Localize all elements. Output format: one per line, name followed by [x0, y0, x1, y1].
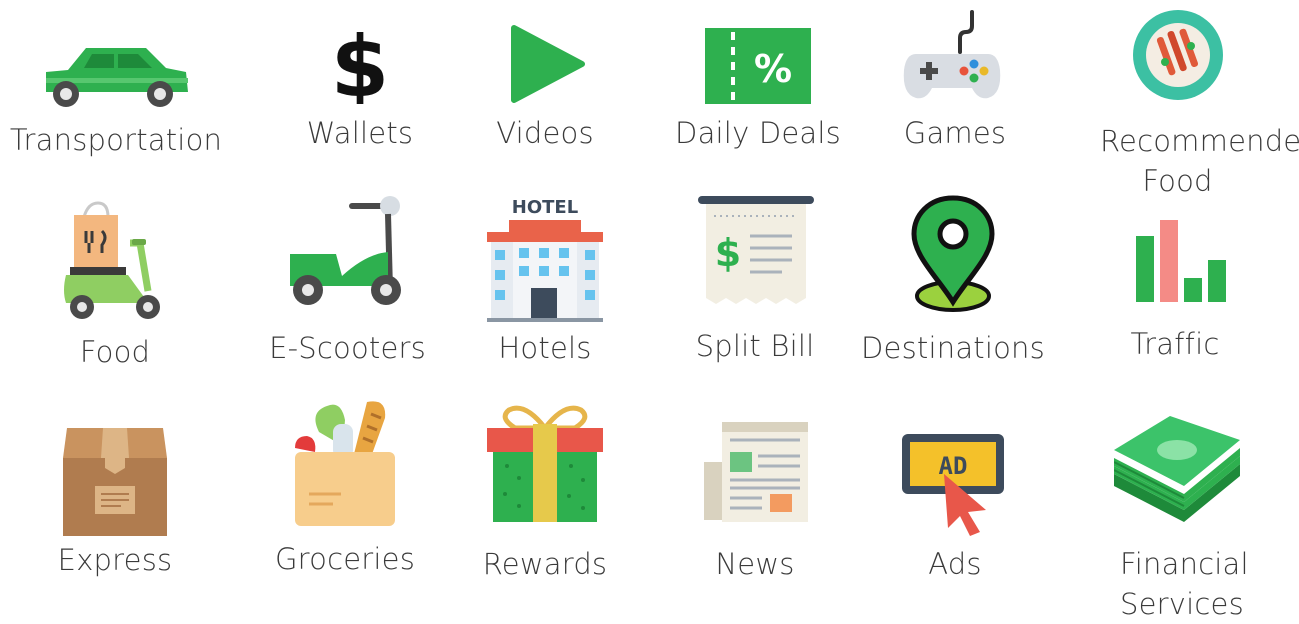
tile-transportation[interactable]: Transportation — [0, 0, 232, 200]
map-pin-icon — [911, 195, 995, 312]
tile-label: Ads — [928, 547, 982, 581]
tile-label: Wallets — [306, 116, 414, 150]
tile-label: Groceries — [274, 542, 416, 576]
tile-label: Recommended Food — [1100, 124, 1299, 198]
hotel-icon: HOTEL — [487, 197, 603, 322]
tile-label: Traffic — [1130, 327, 1220, 361]
tile-groceries[interactable]: Groceries — [270, 390, 420, 590]
tile-label: Express — [57, 543, 173, 577]
tile-label: Rewards — [482, 547, 608, 581]
car-icon — [46, 48, 188, 107]
tile-label: Split Bill — [695, 329, 815, 363]
tile-label: Food — [79, 335, 151, 369]
tile-label: News — [715, 547, 795, 581]
discount-ticket-icon: % — [705, 28, 811, 104]
delivery-scooter-icon — [64, 201, 160, 319]
grocery-bag-icon — [295, 401, 395, 526]
tile-e-scooters[interactable]: E-Scooters — [260, 190, 435, 390]
tile-express[interactable]: Express — [40, 400, 190, 600]
tile-daily-deals[interactable]: % Daily Deals — [668, 0, 848, 200]
receipt-icon: $ — [698, 196, 814, 304]
tile-recommended-food[interactable]: Recommended Food — [1060, 0, 1299, 200]
svg-text:%: % — [754, 47, 792, 91]
svg-text:$: $ — [715, 231, 741, 275]
gift-icon — [487, 405, 603, 522]
tile-videos[interactable]: Videos — [470, 0, 620, 200]
tile-hotels[interactable]: HOTEL Hotels — [470, 190, 620, 390]
ad-click-icon: AD — [902, 434, 1004, 536]
tile-wallets[interactable]: $ Wallets — [285, 0, 435, 200]
parcel-box-icon — [63, 428, 167, 536]
tile-rewards[interactable]: Rewards — [470, 400, 620, 600]
money-stack-icon — [1114, 416, 1240, 522]
hotel-sign: HOTEL — [512, 197, 578, 218]
newspaper-icon — [704, 422, 808, 522]
tile-label: Daily Deals — [675, 116, 841, 150]
tile-split-bill[interactable]: $ Split Bill — [680, 190, 830, 390]
bar-chart-icon — [1136, 220, 1226, 302]
svg-text:$: $ — [331, 24, 389, 104]
tile-destinations[interactable]: Destinations — [858, 190, 1048, 390]
e-scooter-icon — [290, 196, 401, 305]
tile-news[interactable]: News — [680, 400, 830, 600]
tile-label: Destinations — [861, 331, 1045, 365]
tile-label: Games — [903, 116, 1007, 150]
tile-label: Financial Services — [1120, 547, 1249, 621]
play-icon — [511, 25, 585, 103]
tile-label: Transportation — [9, 123, 223, 157]
tile-ads[interactable]: AD Ads — [880, 400, 1030, 600]
tile-traffic[interactable]: Traffic — [1100, 190, 1250, 390]
tile-games[interactable]: Games — [880, 0, 1030, 200]
food-plate-icon — [1133, 10, 1223, 100]
tile-financial-services[interactable]: Financial Services — [1090, 400, 1270, 621]
tile-label: Videos — [496, 116, 594, 150]
tile-food[interactable]: Food — [40, 190, 190, 390]
tile-label: Hotels — [498, 331, 592, 365]
dollar-sign-icon: $ — [331, 24, 389, 104]
ad-sign: AD — [939, 452, 968, 480]
gamepad-icon — [903, 10, 1001, 99]
tile-label: E-Scooters — [269, 331, 426, 365]
